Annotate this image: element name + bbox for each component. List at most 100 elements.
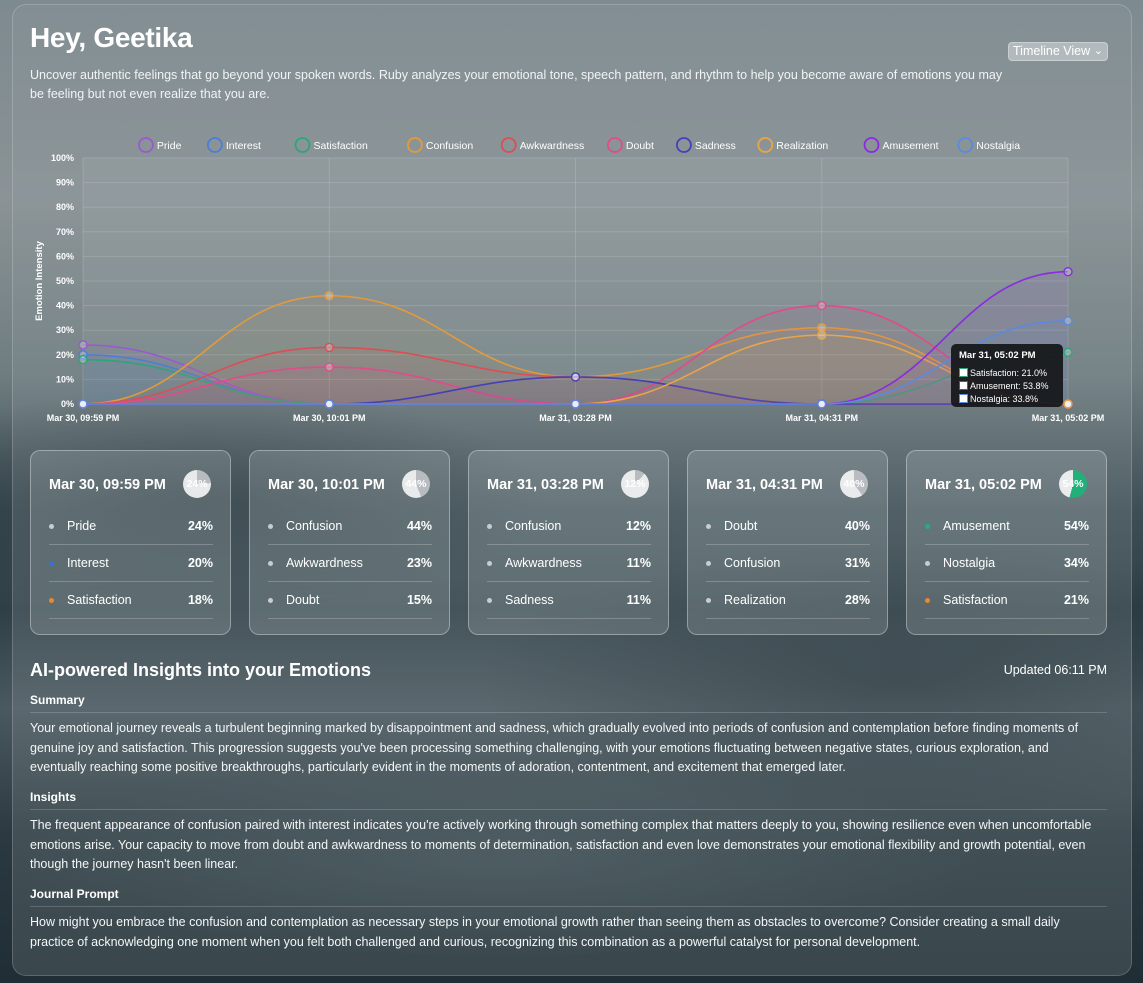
emotion-percent: 11% xyxy=(626,593,651,607)
emotion-row: Satisfaction 18% xyxy=(49,582,213,619)
y-tick-label: 20% xyxy=(56,350,74,360)
view-select[interactable]: Timeline View ⌄ xyxy=(1008,42,1108,61)
x-tick-label: Mar 31, 04:31 PM xyxy=(785,413,858,423)
y-tick-label: 50% xyxy=(56,276,74,286)
emotion-dot xyxy=(925,560,930,566)
y-tick-label: 40% xyxy=(56,301,74,311)
emotion-percent: 54% xyxy=(1063,519,1089,533)
legend-label: Realization xyxy=(776,140,828,152)
tooltip-swatch xyxy=(959,394,968,403)
emotion-percent: 20% xyxy=(187,556,213,570)
legend-label: Nostalgia xyxy=(976,140,1020,152)
intensity-donut: 54% xyxy=(1059,470,1087,498)
emotion-row: Confusion 31% xyxy=(706,545,870,582)
timestamp-card[interactable]: Mar 31, 03:28 PM 12% Confusion 12% Awkwardne… xyxy=(468,450,669,635)
legend-label: Awkwardness xyxy=(520,140,585,152)
legend-marker xyxy=(757,137,774,153)
tooltip-row: Nostalgia: 33.8% xyxy=(959,392,1055,405)
emotion-percent: 31% xyxy=(844,556,870,570)
emotion-percent: 24% xyxy=(187,519,213,533)
timestamp-card[interactable]: Mar 30, 09:59 PM 24% Pride 24% Interest 20% Sa… xyxy=(30,450,231,635)
emotion-percent: 12% xyxy=(625,519,651,533)
emotion-dot xyxy=(49,523,54,529)
intensity-donut: 24% xyxy=(183,470,211,498)
tooltip-label: Nostalgia: 33.8% xyxy=(970,393,1039,404)
emotion-row: Sadness 11% xyxy=(487,582,651,619)
emotion-name: Realization xyxy=(724,593,786,607)
x-tick-label: Mar 31, 03:28 PM xyxy=(539,413,612,423)
emotion-name: Satisfaction xyxy=(67,593,132,607)
data-point xyxy=(817,330,827,340)
legend-label: Doubt xyxy=(626,140,654,152)
chevron-down-icon: ⌄ xyxy=(1093,45,1103,57)
intro-text: Uncover authentic feelings that go beyon… xyxy=(30,68,1003,101)
updated-timestamp: Updated 06:11 PM xyxy=(1003,663,1107,677)
timestamp-card[interactable]: Mar 30, 10:01 PM 44% Confusion 44% Awkwardne… xyxy=(249,450,450,635)
emotion-name: Confusion xyxy=(505,519,562,533)
legend-marker xyxy=(957,137,974,153)
emotion-name: Confusion xyxy=(286,519,343,533)
emotion-row: Confusion 44% xyxy=(268,508,432,545)
emotion-dot xyxy=(268,560,273,566)
emotion-dot xyxy=(487,597,492,603)
card-time: Mar 31, 04:31 PM xyxy=(706,477,823,493)
emotion-name: Awkwardness xyxy=(286,556,363,570)
y-tick-label: 0% xyxy=(61,399,74,409)
legend-marker xyxy=(676,137,692,153)
emotion-row: Amusement 54% xyxy=(925,508,1089,545)
data-point xyxy=(1063,347,1073,358)
insights-heading: Insights xyxy=(30,790,1107,810)
timestamp-card[interactable]: Mar 31, 04:31 PM 40% Doubt 40% Confusion 31% R… xyxy=(687,450,888,635)
emotion-percent: 15% xyxy=(406,593,432,607)
x-tick-label: Mar 30, 09:59 PM xyxy=(47,413,120,423)
view-select-value: Timeline View xyxy=(1013,44,1091,58)
emotion-row: Awkwardness 23% xyxy=(268,545,432,582)
x-tick-label: Mar 30, 10:01 PM xyxy=(293,413,366,423)
data-point xyxy=(1063,316,1073,326)
y-tick-label: 100% xyxy=(51,153,74,163)
emotion-dot xyxy=(706,523,711,529)
emotion-name: Doubt xyxy=(286,593,320,607)
emotion-row: Satisfaction 21% xyxy=(925,582,1089,619)
legend-marker xyxy=(137,137,154,153)
y-tick-label: 70% xyxy=(56,227,74,237)
emotion-dot xyxy=(487,560,492,566)
emotion-name: Sadness xyxy=(505,593,554,607)
emotion-name: Confusion xyxy=(724,556,781,570)
card-time: Mar 31, 03:28 PM xyxy=(487,477,604,493)
y-tick-label: 90% xyxy=(56,178,74,188)
emotion-percent: 34% xyxy=(1063,556,1089,570)
insights-text: The frequent appearance of confusion pai… xyxy=(30,818,1092,871)
data-point xyxy=(78,355,88,365)
summary-heading: Summary xyxy=(30,693,1107,713)
emotion-percent: 40% xyxy=(844,519,870,533)
emotion-row: Doubt 15% xyxy=(268,582,432,619)
data-point xyxy=(1063,266,1073,277)
emotion-name: Amusement xyxy=(943,519,1010,533)
card-time: Mar 31, 05:02 PM xyxy=(925,477,1042,493)
intensity-donut: 44% xyxy=(402,470,430,498)
data-point xyxy=(324,399,334,409)
donut-label: 12% xyxy=(624,478,646,490)
legend-marker xyxy=(206,137,223,153)
timestamp-card[interactable]: Mar 31, 05:02 PM 54% Amusement 54% Nostalgia… xyxy=(906,450,1107,635)
emotion-dot xyxy=(706,597,711,603)
emotion-percent: 18% xyxy=(187,593,213,607)
emotion-name: Satisfaction xyxy=(943,593,1008,607)
emotion-dot xyxy=(925,523,930,529)
data-point xyxy=(324,342,334,353)
journal-prompt-text: How might you embrace the confusion and … xyxy=(30,915,1060,949)
emotion-dot xyxy=(706,560,711,566)
emotion-row: Pride 24% xyxy=(49,508,213,545)
y-tick-label: 60% xyxy=(56,251,74,261)
emotion-percent: 21% xyxy=(1063,593,1089,607)
legend-label: Satisfaction xyxy=(314,140,368,152)
legend-marker xyxy=(863,137,880,153)
emotion-percent: 23% xyxy=(406,556,432,570)
emotion-name: Interest xyxy=(67,556,109,570)
summary-text: Your emotional journey reveals a turbule… xyxy=(30,721,1079,774)
tooltip-title: Mar 31, 05:02 PM xyxy=(959,350,1036,361)
emotion-row: Confusion 12% xyxy=(487,508,651,545)
legend-marker xyxy=(500,137,517,153)
tooltip-swatch xyxy=(959,381,968,390)
